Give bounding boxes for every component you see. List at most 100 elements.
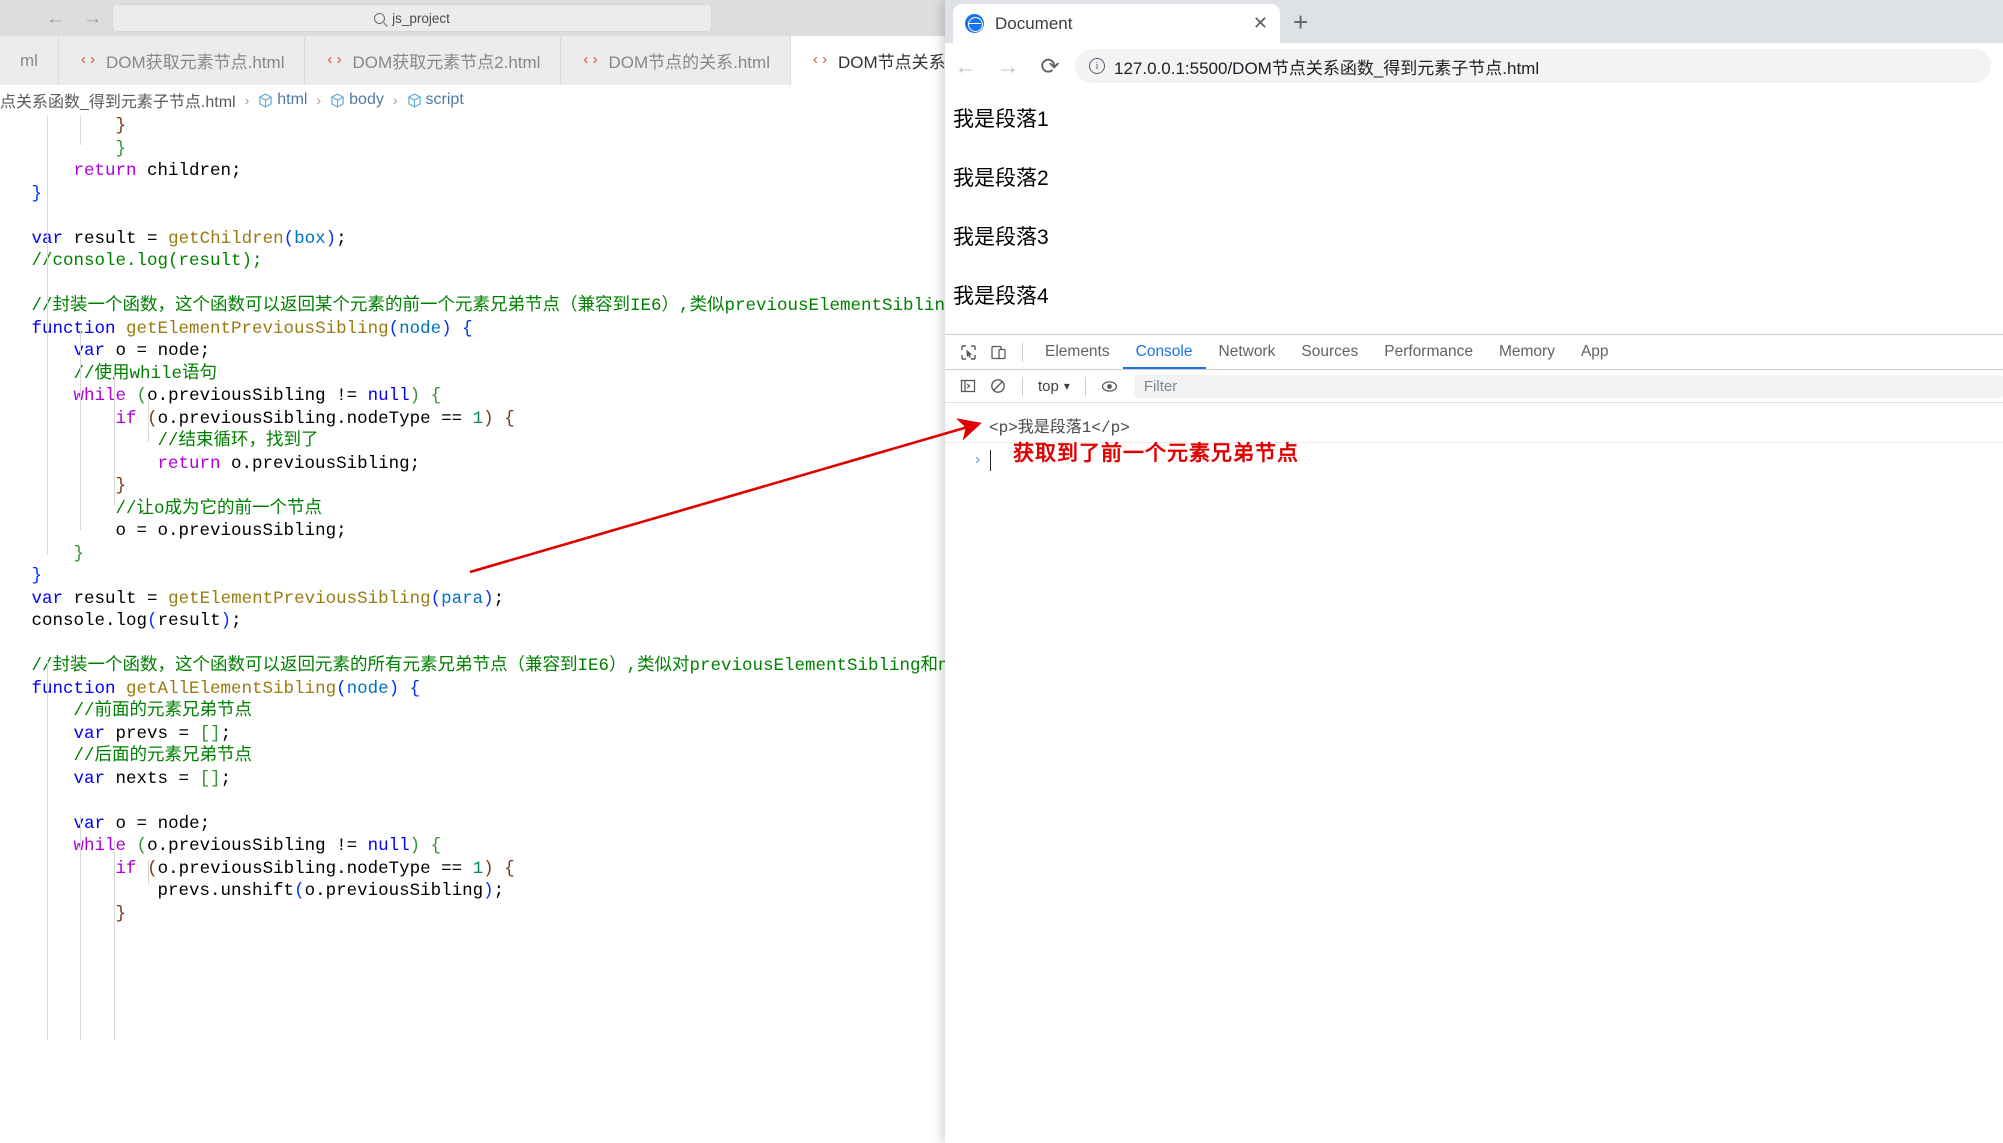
code-content: } } return children; } var result = getC… [0, 115, 1023, 926]
indent-guide [148, 397, 149, 442]
breadcrumb-item-label: 点关系函数_得到元素子节点.html [0, 94, 236, 111]
code-token: ) [483, 858, 494, 879]
devtools-tab-sources[interactable]: Sources [1288, 335, 1371, 369]
devtools-tab-elements[interactable]: Elements [1032, 335, 1123, 369]
code-token: [] [199, 723, 221, 744]
code-line: //console.log(result); [0, 250, 1022, 273]
browser-back-button[interactable]: ← [945, 45, 987, 87]
indent-guide [114, 840, 115, 1040]
breadcrumb-item-script[interactable]: script [407, 91, 464, 109]
code-line: } [0, 115, 1022, 138]
code-token: } [115, 903, 127, 924]
code-token: getElementPreviousSibling [115, 318, 389, 339]
code-line: var o = node; [0, 340, 1022, 363]
editor-tab-label: ml [20, 50, 38, 70]
browser-toolbar: ← → ⟳ i 127.0.0.1:5500/DOM节点关系函数_得到元素子节点… [945, 43, 2003, 89]
console-filter-input[interactable]: Filter [1133, 374, 2003, 398]
devtools-tab-app[interactable]: App [1568, 335, 1622, 369]
close-icon[interactable]: ✕ [1253, 13, 1268, 34]
inspect-element-icon[interactable] [953, 337, 983, 367]
breadcrumb-item-body[interactable]: body [330, 91, 384, 109]
indent-guide [47, 660, 48, 1040]
prompt-chevron-icon: › [975, 451, 981, 468]
code-token: ; [493, 881, 505, 901]
code-line: if (o.previousSibling.nodeType == 1) { [0, 408, 1022, 431]
code-line: //使用while语句 [0, 363, 1022, 386]
code-line: var result = getElementPreviousSibling(p… [0, 588, 1022, 611]
code-token: ( [294, 881, 305, 901]
code-token: getChildren [157, 228, 284, 249]
code-token: console.log [31, 611, 148, 631]
editor-tab-label: DOM获取元素节点.html [105, 53, 285, 72]
code-token: null [367, 386, 410, 406]
code-token: //封装一个函数，这个函数可以返回某个元素的前一个元素兄弟节点（兼容到IE6）,… [31, 296, 1009, 316]
code-token: o.previousSibling != [147, 386, 368, 406]
code-token: = [136, 813, 148, 834]
vscode-back-arrow[interactable]: ← [46, 9, 65, 28]
code-token: //让o成为它的前一个节点 [115, 498, 323, 519]
code-token: var [31, 588, 64, 609]
console-sidebar-icon[interactable] [953, 371, 983, 401]
devtools-tab-performance[interactable]: Performance [1371, 335, 1486, 369]
live-expression-icon[interactable] [1095, 371, 1125, 401]
code-token: function [31, 318, 116, 339]
site-info-icon[interactable]: i [1089, 58, 1105, 74]
breadcrumb-item-点关系函数_得到元素子节点.html[interactable]: 点关系函数_得到元素子节点.html [0, 88, 236, 112]
vscode-omnibox[interactable]: js_project [112, 4, 712, 32]
code-token: o [105, 341, 137, 361]
clear-console-icon[interactable] [983, 371, 1013, 401]
device-toolbar-icon[interactable] [983, 337, 1013, 367]
breadcrumb-item-html[interactable]: html [258, 91, 307, 109]
editor-tab-3[interactable]: ‹› DOM节点的关系.html [561, 36, 791, 85]
code-token: { [430, 386, 442, 406]
divider [1022, 376, 1023, 396]
code-token: } [115, 476, 127, 496]
editor-tab-2[interactable]: ‹› DOM获取元素节点2.html [305, 36, 562, 85]
browser-forward-button[interactable]: → [987, 45, 1029, 87]
code-token: o [105, 813, 137, 834]
editor-tab-1[interactable]: ‹› DOM获取元素节点.html [58, 36, 306, 85]
code-token: } [115, 116, 127, 136]
address-bar[interactable]: i 127.0.0.1:5500/DOM节点关系函数_得到元素子节点.html [1075, 49, 1991, 83]
editor-tab-label: DOM节点的关系.html [608, 53, 770, 72]
code-token: if [115, 408, 137, 429]
devtools-tab-memory[interactable]: Memory [1486, 335, 1568, 369]
code-token: var [73, 768, 106, 789]
code-token: return [157, 453, 221, 474]
page-paragraph-2: 我是段落2 [953, 167, 1049, 190]
code-token: } [73, 543, 85, 564]
code-token: = [178, 768, 190, 789]
execution-context-selector[interactable]: top ▾ [1032, 378, 1076, 395]
devtools-tab-console[interactable]: Console [1123, 335, 1206, 369]
browser-reload-button[interactable]: ⟳ [1029, 45, 1071, 87]
code-token: { [409, 678, 421, 699]
code-line: } [0, 903, 1022, 926]
code-token: null [367, 836, 410, 856]
code-token: { [462, 318, 473, 339]
code-token: getAllElementSibling [115, 678, 337, 699]
page-viewport: 我是段落1 我是段落2 我是段落3 我是段落4 [945, 89, 2003, 334]
code-token: ) [325, 228, 337, 249]
devtools-tab-network[interactable]: Network [1206, 335, 1289, 369]
new-tab-button[interactable]: + [1293, 9, 1308, 35]
editor-tab-0[interactable]: ml [0, 36, 59, 85]
page-paragraph-1: 我是段落1 [953, 108, 1049, 131]
screenshot-root: ← → js_project ml ‹› DOM获取元素节点.html ‹› DOM获取… [0, 0, 2003, 1143]
code-token: ) [409, 836, 421, 856]
indent-guide [80, 330, 81, 530]
code-token: result [63, 228, 148, 249]
code-file-icon: ‹› [78, 52, 97, 69]
vscode-forward-arrow[interactable]: → [83, 9, 102, 28]
code-line: } [0, 543, 1022, 566]
code-token: [] [199, 768, 221, 789]
browser-tab-document[interactable]: Document ✕ [953, 4, 1280, 43]
code-line: var prevs = []; [0, 723, 1022, 746]
code-line: //封装一个函数，这个函数可以返回元素的所有元素兄弟节点（兼容到IE6）,类似对… [0, 655, 1023, 678]
code-line: //让o成为它的前一个节点 [0, 498, 1022, 521]
browser-tabstrip: Document ✕ + [945, 0, 2003, 43]
code-token: ; [493, 588, 505, 609]
